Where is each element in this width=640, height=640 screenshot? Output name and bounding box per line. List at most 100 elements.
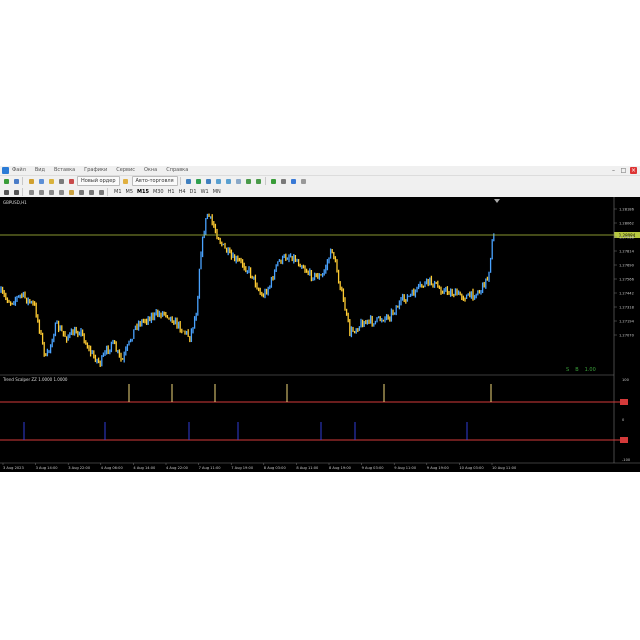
price-tick-label: 1.27318 <box>619 306 635 310</box>
data-window-icon[interactable] <box>37 177 45 185</box>
autoscroll-icon[interactable] <box>255 177 263 185</box>
indicator-upper-tag <box>620 399 628 405</box>
tile-windows-icon[interactable] <box>235 177 243 185</box>
time-tick-label: 10 Aug 11:00 <box>492 466 517 470</box>
time-tick-label: 8 Aug 19:00 <box>329 466 352 470</box>
minimize-button[interactable]: – <box>610 167 617 174</box>
timeframe-mn[interactable]: MN <box>213 189 221 195</box>
horizontal-line-icon[interactable] <box>37 188 45 196</box>
chart-shift-icon[interactable] <box>245 177 253 185</box>
price-tick-label: 1.27690 <box>619 264 635 268</box>
candles <box>0 213 495 367</box>
price-tick-label: 1.27566 <box>619 278 635 282</box>
new-order-button[interactable]: Новый ордер <box>77 176 120 186</box>
menu-tools[interactable]: Сервис <box>116 166 135 175</box>
zoom-in-icon[interactable] <box>215 177 223 185</box>
app-logo-icon <box>2 167 9 174</box>
tester-icon[interactable] <box>67 177 75 185</box>
one-click-trading-panel: S B 1.00 <box>566 367 596 373</box>
new-chart-icon[interactable] <box>2 177 10 185</box>
zoom-out-icon[interactable] <box>225 177 233 185</box>
restore-button[interactable]: □ <box>620 167 627 174</box>
profiles-icon[interactable] <box>12 177 20 185</box>
toolbar-separator <box>179 177 181 185</box>
indicator-panel <box>0 384 628 443</box>
window-controls: – □ × <box>610 167 637 174</box>
menu-charts[interactable]: Графики <box>84 166 107 175</box>
price-tick-label: 1.27070 <box>619 334 635 338</box>
lot-size-value[interactable]: 1.00 <box>585 367 596 373</box>
time-axis: 3 Aug 2023 3 Aug 14:00 3 Aug 22:00 4 Aug 06… <box>2 463 517 470</box>
time-tick-label: 9 Aug 03:00 <box>362 466 385 470</box>
fibonacci-icon[interactable] <box>67 188 75 196</box>
channel-icon[interactable] <box>57 188 65 196</box>
time-tick-label: 3 Aug 2023 <box>3 466 24 470</box>
line-chart-icon[interactable] <box>205 177 213 185</box>
candlestick-icon[interactable] <box>195 177 203 185</box>
indicator-label: Trend Scalper ZZ 1.0000 1.0000 <box>3 377 68 382</box>
menu-help[interactable]: Справка <box>166 166 188 175</box>
terminal-icon[interactable] <box>57 177 65 185</box>
toolbar-separator <box>264 177 266 185</box>
timeframe-m5[interactable]: M5 <box>126 189 134 195</box>
timeframe-m30[interactable]: M30 <box>153 189 164 195</box>
standard-toolbar: Новый ордер Авто-торговля <box>0 176 640 186</box>
timeframe-m1[interactable]: M1 <box>114 189 122 195</box>
price-tick-label: 1.27938 <box>619 236 635 240</box>
menu-insert[interactable]: Вставка <box>54 166 75 175</box>
time-tick-label: 3 Aug 22:00 <box>68 466 91 470</box>
arrows-tool-icon[interactable] <box>97 188 105 196</box>
time-tick-label: 7 Aug 19:00 <box>231 466 254 470</box>
buy-button[interactable]: B <box>575 367 578 373</box>
label-tool-icon[interactable] <box>87 188 95 196</box>
terminal-window: Файл Вид Вставка Графики Сервис Окна Спр… <box>0 166 640 472</box>
time-tick-label: 3 Aug 14:00 <box>36 466 59 470</box>
bar-chart-icon[interactable] <box>185 177 193 185</box>
time-tick-label: 9 Aug 11:00 <box>394 466 417 470</box>
time-tick-label: 9 Aug 19:00 <box>427 466 450 470</box>
timeframe-h4[interactable]: H4 <box>179 189 186 195</box>
crosshair-icon[interactable] <box>12 188 20 196</box>
vertical-line-icon[interactable] <box>27 188 35 196</box>
periods-icon[interactable] <box>280 177 288 185</box>
timeframe-d1[interactable]: D1 <box>190 189 197 195</box>
time-tick-label: 7 Aug 11:00 <box>199 466 222 470</box>
symbol-label: GBPUSD,H1 <box>3 200 27 205</box>
chart-shift-marker-icon[interactable] <box>494 199 500 203</box>
indicator-axis-label: 100 <box>622 378 630 382</box>
dropdown-icon[interactable] <box>300 177 308 185</box>
navigator-icon[interactable] <box>47 177 55 185</box>
time-tick-label: 4 Aug 06:00 <box>101 466 124 470</box>
price-tick-label: 1.28186 <box>619 208 635 212</box>
indicators-icon[interactable] <box>270 177 278 185</box>
indicator-axis-label: -100 <box>622 458 631 462</box>
market-watch-icon[interactable] <box>27 177 35 185</box>
price-tick-label: 1.27814 <box>619 250 635 254</box>
price-chart[interactable]: 1.28084 1.281861.280621.279381.278141.27… <box>0 197 640 472</box>
menu-view[interactable]: Вид <box>35 166 45 175</box>
time-tick-label: 4 Aug 14:00 <box>133 466 156 470</box>
templates-icon[interactable] <box>290 177 298 185</box>
timeframe-h1[interactable]: H1 <box>168 189 175 195</box>
price-tick-label: 1.27194 <box>619 320 635 324</box>
timeframe-m15[interactable]: M15 <box>137 189 149 195</box>
auto-trading-button[interactable]: Авто-торговля <box>131 176 178 186</box>
cursor-icon[interactable] <box>2 188 10 196</box>
price-tick-label: 1.28062 <box>619 222 634 226</box>
indicator-axis-label: 0 <box>622 418 625 422</box>
indicator-lower-tag <box>620 437 628 443</box>
toolbar-separator <box>22 188 23 196</box>
text-tool-icon[interactable] <box>77 188 85 196</box>
time-tick-label: 8 Aug 03:00 <box>264 466 287 470</box>
chart-window[interactable]: 1.28084 1.28186 1.28062 1.27938 1.27814 1.27… <box>0 197 640 472</box>
metaeditor-icon[interactable] <box>122 177 130 185</box>
close-button[interactable]: × <box>630 167 637 174</box>
sell-button[interactable]: S <box>566 367 569 373</box>
menu-window[interactable]: Окна <box>144 166 157 175</box>
timeframe-w1[interactable]: W1 <box>201 189 209 195</box>
menu-file[interactable]: Файл <box>12 166 26 175</box>
time-tick-label: 8 Aug 11:00 <box>296 466 319 470</box>
indicator-axis: 100 0 -100 <box>622 378 631 462</box>
trendline-icon[interactable] <box>47 188 55 196</box>
time-tick-label: 10 Aug 03:00 <box>459 466 484 470</box>
